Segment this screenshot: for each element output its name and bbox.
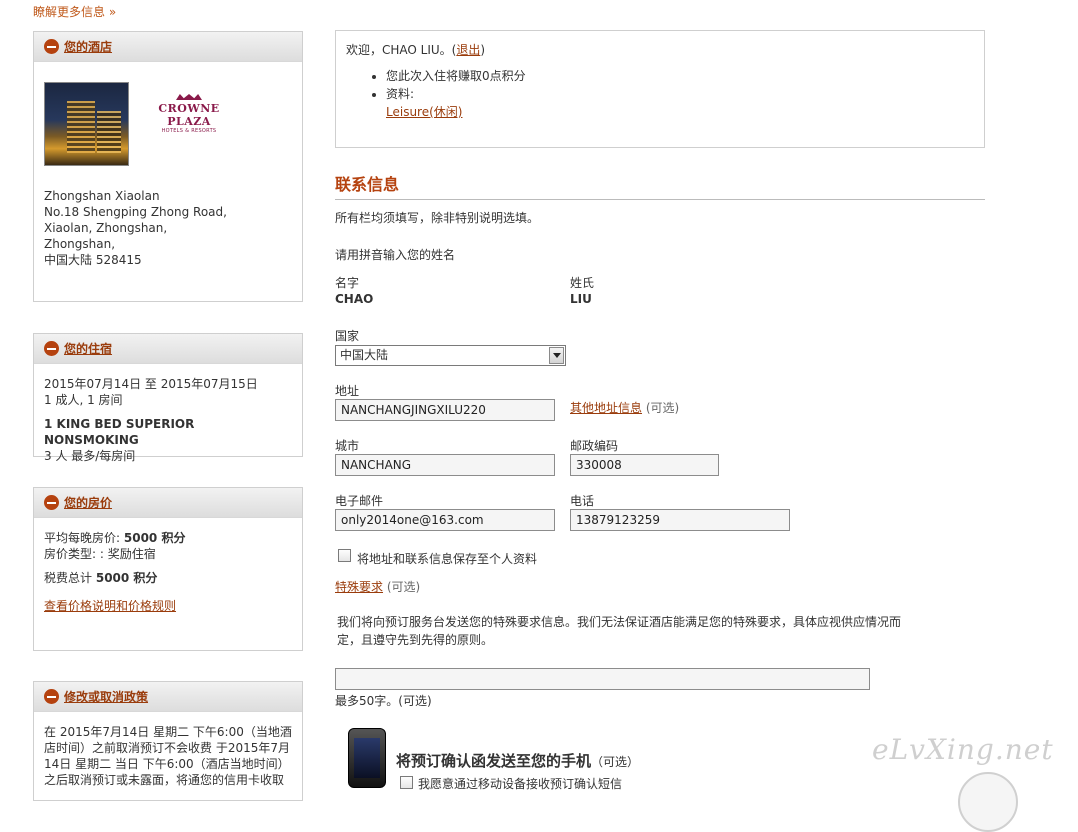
max-chars-note: 最多50字。(可选): [335, 694, 432, 708]
cancel-box: 修改或取消政策 在 2015年7月14日 星期二 下午6:00（当地酒 店时间）…: [33, 681, 303, 801]
country-select[interactable]: 中国大陆: [335, 345, 566, 366]
last-name-value: LIU: [570, 292, 592, 306]
stay-box-header[interactable]: 您的住宿: [34, 334, 302, 364]
collapse-icon[interactable]: [44, 495, 59, 510]
room-max-occupancy: 3 人 最多/每房间: [44, 449, 136, 463]
other-address: 其他地址信息 (可选): [570, 401, 680, 415]
postal-input[interactable]: 330008: [570, 454, 719, 476]
country-label: 国家: [335, 329, 360, 343]
profile-link[interactable]: Leisure(休闲): [386, 105, 462, 119]
hotel-box-header[interactable]: 您的酒店: [34, 32, 302, 62]
chevron-down-icon[interactable]: [549, 347, 564, 364]
cancel-policy-text: 在 2015年7月14日 星期二 下午6:00（当地酒 店时间）之前取消预订不会…: [44, 725, 292, 787]
phone-input[interactable]: 13879123259: [570, 509, 790, 531]
email-label: 电子邮件: [335, 494, 384, 508]
section-divider: [335, 199, 985, 200]
special-requests-link[interactable]: 特殊要求: [335, 580, 383, 594]
special-requests-input[interactable]: [335, 668, 870, 690]
city-input[interactable]: NANCHANG: [335, 454, 555, 476]
postal-label: 邮政编码: [570, 439, 619, 453]
city-label: 城市: [335, 439, 360, 453]
mobile-sms-label: 我愿意通过移动设备接收预订确认短信: [418, 777, 623, 791]
collapse-icon[interactable]: [44, 39, 59, 54]
email-input[interactable]: only2014one@163.com: [335, 509, 555, 531]
other-address-link[interactable]: 其他地址信息: [570, 401, 642, 415]
crown-icon: [176, 88, 202, 100]
profile-item: 资料: Leisure(休闲): [386, 85, 974, 121]
hotel-box: 您的酒店 CROWNE PLAZA HOTELS & RESORTS Zhong…: [33, 31, 303, 302]
first-name-value: CHAO: [335, 292, 374, 306]
welcome-greeting: 欢迎，CHAO LIU。(退出): [346, 43, 486, 57]
cancel-box-title[interactable]: 修改或取消政策: [64, 688, 148, 705]
hotel-photo: [44, 82, 129, 166]
pinyin-note: 请用拼音输入您的姓名: [335, 248, 456, 262]
special-requests-note: 我们将向预订服务台发送您的特殊要求信息。我们无法保证酒店能满足您的特殊要求，具体…: [337, 615, 902, 647]
save-profile-label: 将地址和联系信息保存至个人资料: [357, 552, 538, 566]
avg-nightly-rate: 平均每晚房价: 5000 积分: [44, 531, 186, 545]
site-watermark: eLvXing.net: [872, 733, 1054, 766]
hotel-address: Zhongshan Xiaolan No.18 Shengping Zhong …: [44, 189, 227, 267]
rate-box-header[interactable]: 您的房价: [34, 488, 302, 518]
special-requests: 特殊要求 (可选): [335, 580, 421, 594]
collapse-icon[interactable]: [44, 341, 59, 356]
last-name-label: 姓氏: [570, 276, 595, 290]
learn-more-link[interactable]: 瞭解更多信息 »: [33, 3, 116, 20]
corner-badge-icon: [958, 772, 1018, 832]
address-label: 地址: [335, 384, 360, 398]
rate-rules-link[interactable]: 查看价格说明和价格规则: [44, 599, 176, 613]
first-name-label: 名字: [335, 276, 360, 290]
stay-box-title[interactable]: 您的住宿: [64, 340, 112, 357]
rate-box: 您的房价 平均每晚房价: 5000 积分 房价类型: : 奖励住宿 税费总计 5…: [33, 487, 303, 651]
welcome-box: 欢迎，CHAO LIU。(退出) 您此次入住将赚取0点积分 资料: Leisur…: [335, 30, 985, 148]
save-profile-checkbox[interactable]: [338, 549, 351, 562]
stay-guests: 1 成人, 1 房间: [44, 393, 123, 407]
mobile-confirmation-title: 将预订确认函发送至您的手机（可选）: [396, 752, 640, 770]
mobile-phone-icon: [348, 728, 386, 788]
collapse-icon[interactable]: [44, 689, 59, 704]
phone-label: 电话: [570, 494, 595, 508]
address-input[interactable]: NANCHANGJINGXILU220: [335, 399, 555, 421]
points-earned: 您此次入住将赚取0点积分: [386, 67, 974, 85]
hotel-logo: CROWNE PLAZA HOTELS & RESORTS: [139, 88, 239, 134]
tax-total: 税费总计 5000 积分: [44, 571, 158, 585]
room-type: 1 KING BED SUPERIOR NONSMOKING: [44, 417, 195, 447]
logout-link[interactable]: 退出: [456, 43, 480, 57]
rate-box-title[interactable]: 您的房价: [64, 494, 112, 511]
contact-section-title: 联系信息: [335, 175, 400, 194]
hotel-box-title[interactable]: 您的酒店: [64, 38, 112, 55]
required-note: 所有栏均须填写，除非特别说明选填。: [335, 211, 540, 225]
stay-box: 您的住宿 2015年07月14日 至 2015年07月15日 1 成人, 1 房…: [33, 333, 303, 463]
cancel-box-header[interactable]: 修改或取消政策: [34, 682, 302, 712]
rate-type: 房价类型: : 奖励住宿: [44, 547, 156, 561]
stay-dates: 2015年07月14日 至 2015年07月15日: [44, 377, 258, 391]
